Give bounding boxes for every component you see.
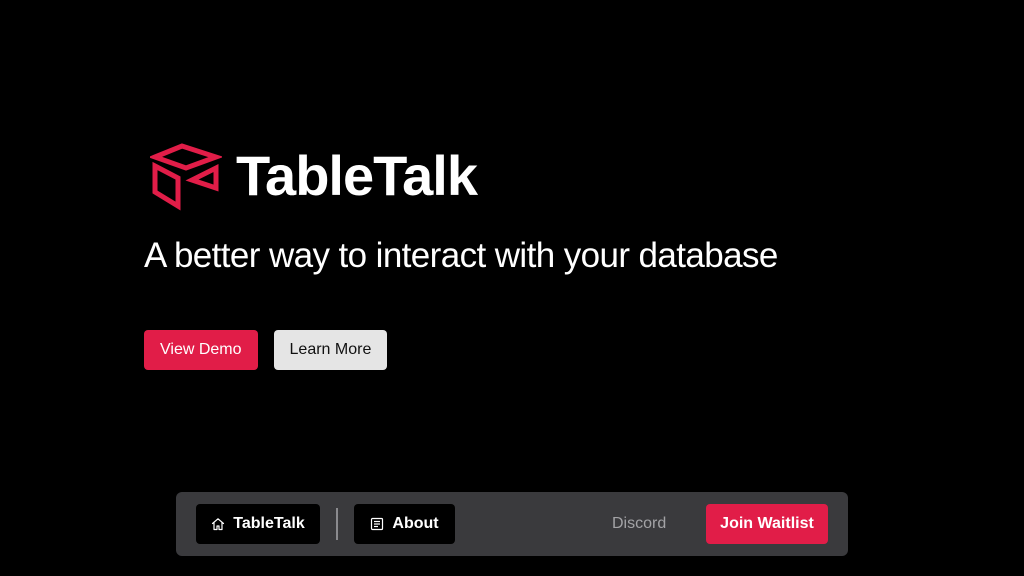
brand-name: TableTalk [236,144,478,207]
nav-divider [336,508,338,540]
nav-home-button[interactable]: TableTalk [196,504,320,544]
learn-more-button[interactable]: Learn More [273,330,388,370]
home-icon [211,517,225,531]
page: TableTalk A better way to interact with … [0,0,1024,576]
nav-home-label: TableTalk [233,515,305,532]
box-icon [150,140,222,212]
document-icon [370,517,384,531]
cta-buttons: View Demo Learn More [144,330,388,370]
brand-header: TableTalk [150,140,478,212]
nav-about-button[interactable]: About [354,504,455,544]
bottom-navbar: TableTalk About Discord Join Waitlist [176,492,848,556]
nav-discord-link[interactable]: Discord [612,504,666,544]
tagline: A better way to interact with your datab… [144,236,778,275]
nav-about-label: About [392,515,439,532]
join-waitlist-button[interactable]: Join Waitlist [706,504,828,544]
view-demo-button[interactable]: View Demo [144,330,258,370]
